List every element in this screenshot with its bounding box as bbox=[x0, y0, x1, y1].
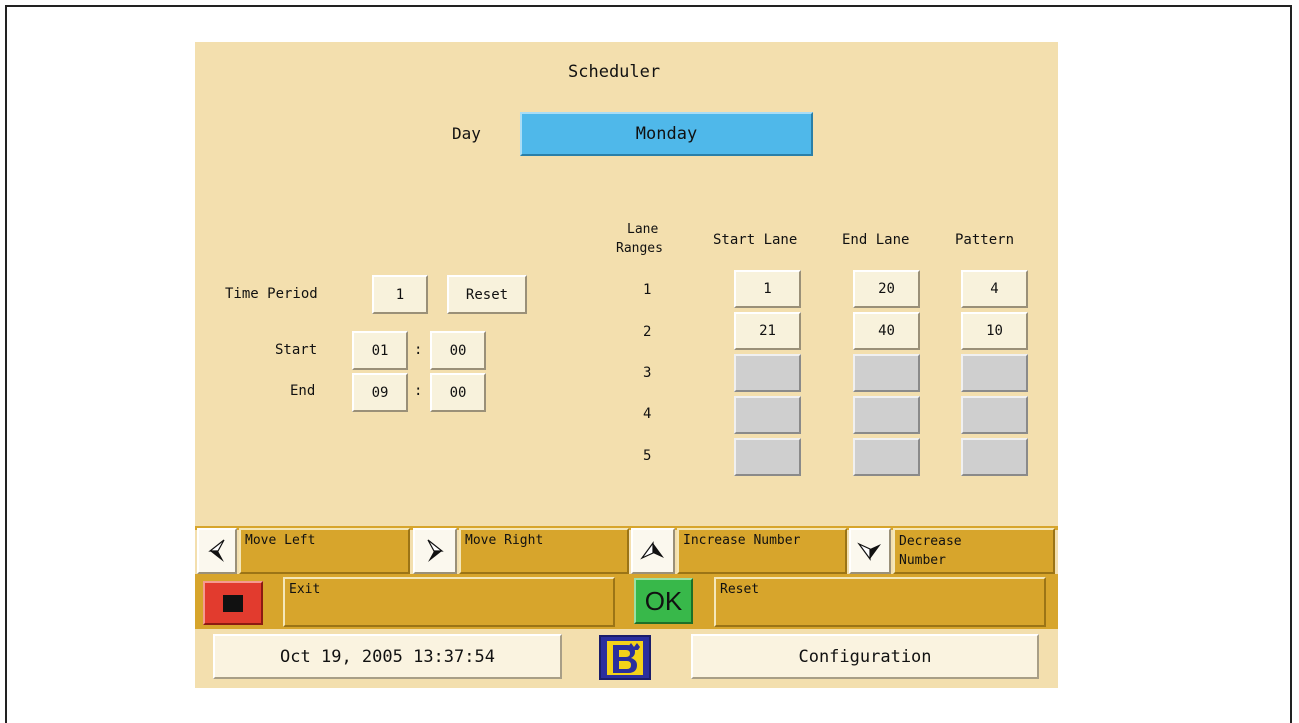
lane-row-1-number: 1 bbox=[643, 282, 652, 298]
lane-row-5-pattern[interactable] bbox=[961, 438, 1028, 476]
lane-row-5-start[interactable] bbox=[734, 438, 801, 476]
stop-icon bbox=[223, 594, 243, 612]
right-arrow-icon bbox=[427, 539, 444, 562]
end-label: End bbox=[290, 383, 316, 399]
configuration-button[interactable]: Configuration bbox=[691, 634, 1039, 679]
end-separator: : bbox=[414, 383, 423, 399]
lane-ranges-header-line1: Lane bbox=[627, 222, 659, 237]
lane-row-1-start[interactable]: 1 bbox=[734, 270, 801, 308]
time-period-label: Time Period bbox=[225, 286, 318, 302]
start-minute-field[interactable]: 00 bbox=[430, 331, 486, 370]
lane-row-2-pattern[interactable]: 10 bbox=[961, 312, 1028, 350]
lane-row-3-number: 3 bbox=[643, 365, 652, 381]
lane-row-2-number: 2 bbox=[643, 324, 652, 340]
time-period-field[interactable]: 1 bbox=[372, 275, 428, 314]
reset-label: Reset bbox=[714, 577, 1046, 627]
move-right-label: Move Right bbox=[459, 528, 629, 574]
scheduler-panel: Scheduler Day Monday Time Period 1 Reset… bbox=[195, 42, 1058, 688]
lane-row-5-number: 5 bbox=[643, 448, 652, 464]
lane-row-2-end[interactable]: 40 bbox=[853, 312, 920, 350]
up-arrow-icon bbox=[640, 541, 664, 560]
lane-row-4-pattern[interactable] bbox=[961, 396, 1028, 434]
decrease-number-label-line1: Decrease bbox=[899, 534, 962, 549]
increase-number-label: Increase Number bbox=[677, 528, 847, 574]
lane-row-4-start[interactable] bbox=[734, 396, 801, 434]
lane-row-3-end[interactable] bbox=[853, 354, 920, 392]
lane-row-5-end[interactable] bbox=[853, 438, 920, 476]
move-right-button[interactable] bbox=[413, 528, 457, 574]
datetime-display: Oct 19, 2005 13:37:54 bbox=[213, 634, 562, 679]
decrease-number-button[interactable] bbox=[849, 528, 891, 574]
decrease-number-label-line2: Number bbox=[899, 553, 946, 568]
move-left-button[interactable] bbox=[197, 528, 237, 574]
end-lane-header: End Lane bbox=[842, 232, 910, 248]
logo-button[interactable] bbox=[599, 635, 651, 680]
lane-row-4-number: 4 bbox=[643, 406, 652, 422]
logo-icon bbox=[607, 640, 643, 675]
end-minute-field[interactable]: 00 bbox=[430, 373, 486, 412]
exit-label: Exit bbox=[283, 577, 615, 627]
lane-row-1-pattern[interactable]: 4 bbox=[961, 270, 1028, 308]
lane-row-3-pattern[interactable] bbox=[961, 354, 1028, 392]
lane-row-3-start[interactable] bbox=[734, 354, 801, 392]
start-label: Start bbox=[275, 342, 318, 358]
move-left-label: Move Left bbox=[239, 528, 410, 574]
page-title: Scheduler bbox=[568, 62, 661, 82]
start-lane-header: Start Lane bbox=[713, 232, 798, 248]
exit-button[interactable] bbox=[203, 581, 263, 625]
start-hour-field[interactable]: 01 bbox=[352, 331, 408, 370]
day-selector[interactable]: Monday bbox=[520, 112, 813, 156]
ok-button[interactable]: OK bbox=[634, 578, 693, 624]
down-arrow-icon bbox=[857, 542, 881, 561]
start-separator: : bbox=[414, 342, 423, 358]
decrease-number-label: Decrease Number bbox=[893, 528, 1055, 574]
lane-row-2-start[interactable]: 21 bbox=[734, 312, 801, 350]
pattern-header: Pattern bbox=[955, 232, 1015, 248]
lane-row-4-end[interactable] bbox=[853, 396, 920, 434]
time-period-reset-button[interactable]: Reset bbox=[447, 275, 527, 314]
day-label: Day bbox=[452, 124, 481, 143]
left-arrow-icon bbox=[208, 539, 225, 562]
increase-number-button[interactable] bbox=[631, 528, 675, 574]
lane-row-1-end[interactable]: 20 bbox=[853, 270, 920, 308]
lane-ranges-header-line2: Ranges bbox=[616, 241, 663, 256]
end-hour-field[interactable]: 09 bbox=[352, 373, 408, 412]
